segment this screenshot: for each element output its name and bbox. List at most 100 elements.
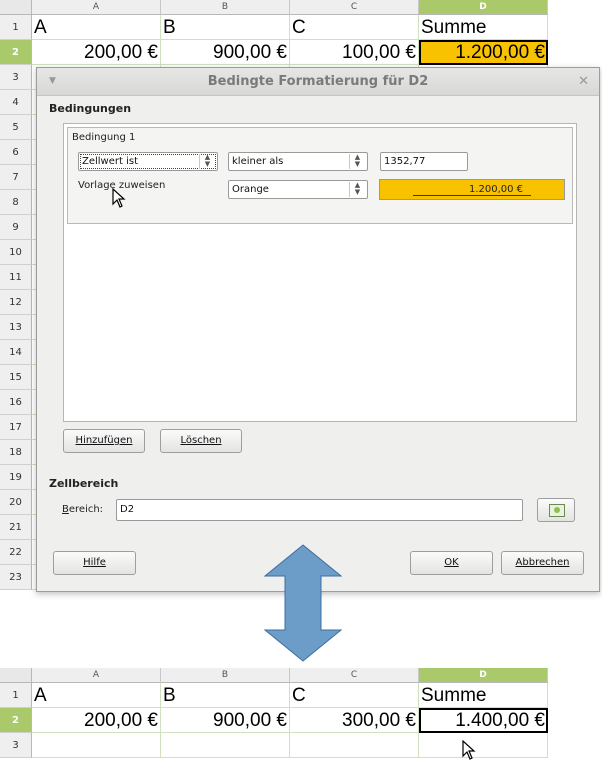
cell-a2[interactable]: 200,00 € <box>32 708 161 733</box>
cell-b1[interactable]: B <box>161 15 290 40</box>
style-value: Orange <box>232 184 269 195</box>
shrink-range-icon <box>549 504 565 517</box>
add-condition-button[interactable]: Hinzufügen <box>63 429 145 453</box>
cell-b2[interactable]: 900,00 € <box>161 708 290 733</box>
row-header[interactable]: 3 <box>0 733 32 758</box>
conditional-formatting-dialog: ▼ Bedingte Formatierung für D2 ✕ Bedingu… <box>36 67 600 592</box>
row-header[interactable]: 17 <box>0 415 32 440</box>
cancel-button[interactable]: Abbrechen <box>501 551 584 575</box>
condition-1-panel[interactable]: Bedingung 1 Zellwert ist ▲ ▼ kleiner als … <box>67 127 573 224</box>
cell-a3[interactable] <box>32 733 161 758</box>
column-header-c[interactable]: C <box>290 0 419 15</box>
cell-c2[interactable]: 100,00 € <box>290 40 419 65</box>
row-header[interactable]: 16 <box>0 390 32 415</box>
row-header[interactable]: 11 <box>0 265 32 290</box>
table-row: A B C Summe <box>32 683 548 708</box>
range-label-mnemonic: B <box>62 504 69 515</box>
shrink-range-button[interactable] <box>537 498 575 522</box>
delete-button-label: öschen <box>185 435 222 446</box>
row-header[interactable]: 19 <box>0 465 32 490</box>
cancel-button-label: bbrechen <box>522 557 570 568</box>
spin-arrows-icon[interactable]: ▲ ▼ <box>199 154 215 169</box>
cell-d1[interactable]: Summe <box>419 15 548 40</box>
close-icon[interactable]: ✕ <box>578 74 589 89</box>
row-header[interactable]: 9 <box>0 215 32 240</box>
style-preview: 1.200,00 € <box>379 179 565 200</box>
range-label-text: ereich: <box>68 504 104 515</box>
conditions-section-label: Bedingungen <box>49 102 132 115</box>
row-header[interactable]: 6 <box>0 140 32 165</box>
column-header-a[interactable]: A <box>32 668 161 683</box>
conditions-list: Bedingung 1 Zellwert ist ▲ ▼ kleiner als … <box>63 123 577 422</box>
condition-value-input[interactable]: 1352,77 <box>380 152 468 171</box>
column-header-d[interactable]: D <box>419 0 548 15</box>
row-header[interactable]: 3 <box>0 65 32 90</box>
delete-condition-button[interactable]: Löschen <box>160 429 242 453</box>
help-button-mnemonic: H <box>83 557 91 568</box>
help-button[interactable]: Hilfe <box>53 551 136 575</box>
row-header[interactable]: 20 <box>0 490 32 515</box>
cell-d2[interactable]: 1.200,00 € <box>419 40 548 65</box>
row-header[interactable]: 13 <box>0 315 32 340</box>
row-header[interactable]: 21 <box>0 515 32 540</box>
column-header-c[interactable]: C <box>290 668 419 683</box>
table-row: A B C Summe <box>32 15 548 40</box>
row-header[interactable]: 4 <box>0 90 32 115</box>
column-header-a[interactable]: A <box>32 0 161 15</box>
row-header[interactable]: 22 <box>0 540 32 565</box>
row-header[interactable]: 2 <box>0 708 32 733</box>
spin-arrows-icon[interactable]: ▲ ▼ <box>349 182 365 197</box>
cell-a2[interactable]: 200,00 € <box>32 40 161 65</box>
cell-a1[interactable]: A <box>32 15 161 40</box>
cell-c2[interactable]: 300,00 € <box>290 708 419 733</box>
range-input[interactable]: D2 <box>116 499 523 521</box>
row-header[interactable]: 5 <box>0 115 32 140</box>
cell-d2[interactable]: 1.400,00 € <box>419 708 548 733</box>
select-all-corner[interactable] <box>0 0 32 15</box>
cell-c3[interactable] <box>290 733 419 758</box>
row-header[interactable]: 23 <box>0 565 32 590</box>
select-all-corner[interactable] <box>0 668 32 683</box>
spin-arrows-icon[interactable]: ▲ ▼ <box>349 154 365 169</box>
column-header-b[interactable]: B <box>161 0 290 15</box>
table-row: 200,00 € 900,00 € 300,00 € 1.400,00 € <box>32 708 548 733</box>
operator-value: kleiner als <box>232 156 284 167</box>
row-header[interactable]: 14 <box>0 340 32 365</box>
add-button-mnemonic: H <box>75 435 84 446</box>
column-header-b[interactable]: B <box>161 668 290 683</box>
style-preview-text: 1.200,00 € <box>412 184 532 196</box>
add-button-label: inzufügen <box>83 435 133 446</box>
cell-a1[interactable]: A <box>32 683 161 708</box>
row-header[interactable]: 7 <box>0 165 32 190</box>
row-header[interactable]: 1 <box>0 15 32 40</box>
row-headers: 1 2 3 <box>0 683 32 758</box>
row-header[interactable]: 15 <box>0 365 32 390</box>
cell-b2[interactable]: 900,00 € <box>161 40 290 65</box>
double-arrow-icon <box>263 544 343 662</box>
cell-d3[interactable] <box>419 733 548 758</box>
range-label: Bereich: <box>62 504 103 515</box>
row-header[interactable]: 10 <box>0 240 32 265</box>
ok-button[interactable]: OK <box>410 551 493 575</box>
row-header[interactable]: 12 <box>0 290 32 315</box>
condition-type-select[interactable]: Zellwert ist ▲ ▼ <box>78 152 218 171</box>
row-header[interactable]: 1 <box>0 683 32 708</box>
operator-select[interactable]: kleiner als ▲ ▼ <box>228 152 368 171</box>
row-headers: 1 2 3 4 5 6 7 8 9 10 11 12 13 14 15 16 17 18 19 20 21 22 23 <box>0 15 32 590</box>
row-header[interactable]: 2 <box>0 40 32 65</box>
cell-b3[interactable] <box>161 733 290 758</box>
dialog-title: Bedingte Formatierung für D2 <box>207 74 429 89</box>
condition-1-title: Bedingung 1 <box>72 132 136 143</box>
cell-c1[interactable]: C <box>290 683 419 708</box>
column-header-row: A B C D <box>0 0 548 15</box>
cell-b1[interactable]: B <box>161 683 290 708</box>
cell-range-section-label: Zellbereich <box>49 477 119 490</box>
ok-button-label: K <box>452 557 459 568</box>
cell-d1[interactable]: Summe <box>419 683 548 708</box>
row-header[interactable]: 8 <box>0 190 32 215</box>
column-header-d[interactable]: D <box>419 668 548 683</box>
style-select[interactable]: Orange ▲ ▼ <box>228 180 368 199</box>
row-header[interactable]: 18 <box>0 440 32 465</box>
table-row: 200,00 € 900,00 € 100,00 € 1.200,00 € <box>32 40 548 65</box>
cell-c1[interactable]: C <box>290 15 419 40</box>
